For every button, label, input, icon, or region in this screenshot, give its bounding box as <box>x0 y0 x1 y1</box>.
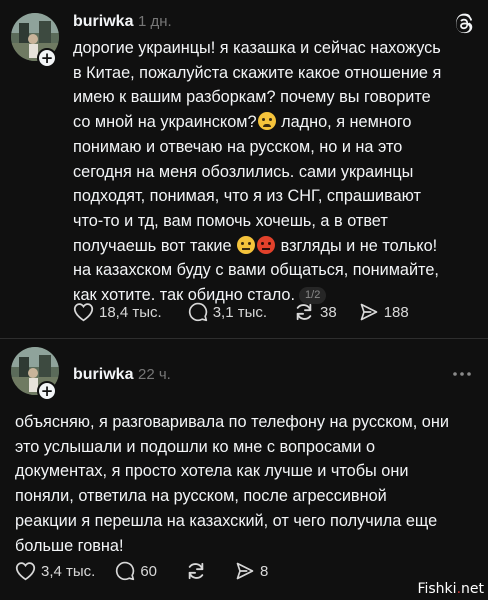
post-text: дорогие украинцы! я казашка и сейчас нах… <box>73 36 483 308</box>
like-button[interactable]: 18,4 тыс. <box>73 302 162 322</box>
crying-face-emoji-icon <box>257 112 276 131</box>
send-paper-plane-icon <box>236 562 254 580</box>
unamused-face-emoji-icon <box>237 235 256 254</box>
heart-icon <box>73 303 94 322</box>
watermark: Fishki.net <box>417 581 484 597</box>
post-actions: 18,4 тыс. 3,1 тыс. 38 188 <box>73 302 409 322</box>
threads-logo-icon[interactable] <box>453 13 475 35</box>
share-count: 188 <box>383 303 409 321</box>
post-text-part-2: ладно, я немного понимаю и отвечаю на ру… <box>73 113 421 255</box>
send-paper-plane-icon <box>360 303 378 321</box>
like-count: 3,4 тыс. <box>41 562 96 580</box>
post-actions: 3,4 тыс. 60 8 <box>15 561 268 581</box>
like-button[interactable]: 3,4 тыс. <box>15 561 95 581</box>
repost-arrows-icon <box>188 562 204 580</box>
more-dots-icon[interactable] <box>452 371 472 377</box>
post-text: объясняю, я разговаривала по телефону на… <box>15 413 449 555</box>
angry-face-emoji-icon <box>257 235 276 254</box>
repost-count: 38 <box>320 303 337 321</box>
username[interactable]: buriwka <box>73 13 133 31</box>
threads-screen: + buriwka 1 дн. дорогие украинцы! я каза… <box>0 0 488 600</box>
watermark-tld: net <box>461 581 484 597</box>
comment-bubble-icon <box>116 561 135 581</box>
watermark-brand: Fishki <box>417 581 457 597</box>
post-time: 1 дн. <box>138 13 172 30</box>
comment-count: 3,1 тыс. <box>212 303 268 321</box>
follow-plus-icon[interactable]: + <box>37 381 57 401</box>
share-button[interactable]: 8 <box>235 561 268 581</box>
like-count: 18,4 тыс. <box>99 303 162 321</box>
repost-arrows-icon <box>296 303 312 321</box>
share-button[interactable]: 188 <box>359 302 409 322</box>
share-count: 8 <box>260 562 269 580</box>
comment-count: 60 <box>140 562 158 580</box>
comment-button[interactable]: 3,1 тыс. <box>188 302 267 322</box>
post-divider <box>0 338 488 339</box>
username[interactable]: buriwka <box>73 366 133 384</box>
heart-icon <box>15 562 36 581</box>
post-first: + buriwka 1 дн. дорогие украинцы! я каза… <box>0 0 488 336</box>
repost-button[interactable] <box>185 561 207 581</box>
follow-plus-icon[interactable]: + <box>37 48 57 68</box>
comment-bubble-icon <box>188 302 207 322</box>
repost-button[interactable]: 38 <box>293 302 337 322</box>
comment-button[interactable]: 60 <box>115 561 157 581</box>
post-time: 22 ч. <box>138 366 171 383</box>
